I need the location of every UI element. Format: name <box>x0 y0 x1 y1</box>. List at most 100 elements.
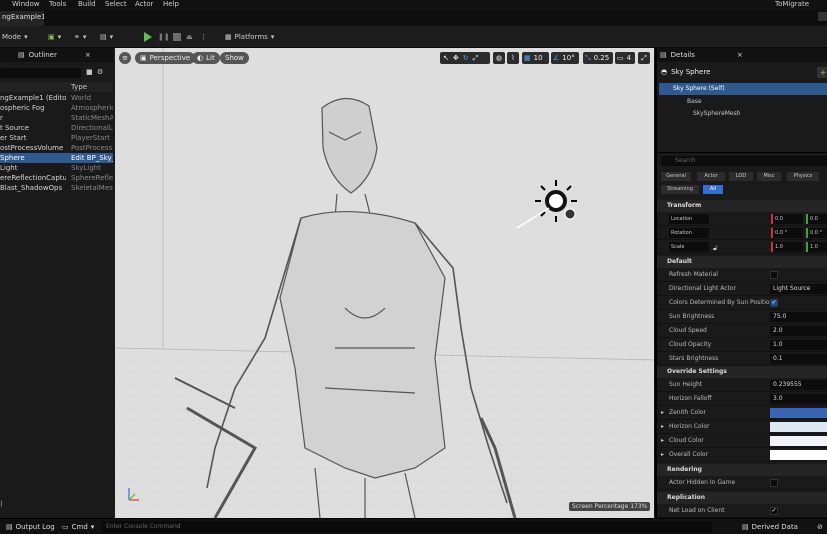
filter-tab-misc[interactable]: Misc <box>757 172 781 181</box>
property-value[interactable]: 2.0 <box>770 326 827 336</box>
world-local-toggle[interactable]: ◍ <box>493 52 505 64</box>
show-button[interactable]: Show <box>220 52 249 64</box>
camera-speed[interactable]: ▭ 4 <box>615 52 635 64</box>
level-viewport[interactable]: ≡ ▣ Perspective ◐ Lit Show ↖ ✥ ↻ ⤢ ◍ ⌇ ▦… <box>113 48 654 518</box>
stop-button[interactable] <box>173 30 181 44</box>
property-checkbox[interactable]: ✓ <box>770 299 778 307</box>
property-value[interactable]: 0.1 <box>770 354 827 364</box>
net-load-checkbox[interactable]: ✓ <box>770 507 778 515</box>
menu-build[interactable]: Build <box>78 0 96 8</box>
property-checkbox[interactable] <box>770 271 778 279</box>
outliner-row[interactable]: ospheric Fog Atmospheric <box>0 103 113 113</box>
play-button[interactable] <box>144 30 152 44</box>
move-icon[interactable]: ✥ <box>453 54 459 62</box>
derived-data-button[interactable]: ▤ Derived Data <box>742 521 798 533</box>
outliner-row[interactable]: Blast_ShadowOps SkeletalMes <box>0 183 113 193</box>
close-icon[interactable]: × <box>85 51 91 59</box>
perspective-button[interactable]: ▣ Perspective <box>135 52 196 64</box>
console-input[interactable]: Enter Console Command <box>102 521 712 533</box>
rotate-icon[interactable]: ↻ <box>463 54 469 62</box>
expand-arrow-icon[interactable]: ▸ <box>661 434 664 448</box>
menu-tools[interactable]: Tools <box>49 0 66 8</box>
outliner-row[interactable]: t Source DirectionalLi <box>0 123 113 133</box>
rendering-section[interactable]: Rendering <box>657 464 827 476</box>
outliner-row[interactable]: ereReflectionCapture SphereReflec <box>0 173 113 183</box>
menu-select[interactable]: Select <box>105 0 127 8</box>
outliner-row[interactable]: er Start PlayerStart <box>0 133 113 143</box>
scale-y-field[interactable]: 1.0 <box>806 242 827 252</box>
default-section[interactable]: Default <box>657 256 827 268</box>
viewport-menu-button[interactable]: ≡ <box>119 52 131 64</box>
property-value[interactable]: 0.239555 <box>770 380 827 390</box>
details-search-input[interactable]: Search <box>661 156 827 166</box>
platforms-button[interactable]: ▦ Platforms ▾ <box>225 30 274 44</box>
tab-overflow-icon[interactable] <box>818 12 827 21</box>
blueprint-button[interactable]: ⚭ ▾ <box>74 30 86 44</box>
location-y-field[interactable]: 0.0 <box>806 214 827 224</box>
scale-x-field[interactable]: 1.0 <box>771 242 803 252</box>
override-section[interactable]: Override Settings <box>657 366 827 378</box>
expand-arrow-icon[interactable]: ▸ <box>661 406 664 420</box>
replication-section[interactable]: Replication <box>657 492 827 504</box>
menu-help[interactable]: Help <box>163 0 179 8</box>
filter-tab-all[interactable]: All <box>703 185 723 194</box>
add-content-button[interactable]: ▣ ▾ <box>48 30 61 44</box>
maximize-viewport-button[interactable]: ⤢ <box>638 52 650 64</box>
scale-snap[interactable]: ⤡ 0.25 <box>583 52 613 64</box>
menu-window[interactable]: Window <box>12 0 40 8</box>
transform-section[interactable]: Transform <box>657 200 827 212</box>
expand-arrow-icon[interactable]: ▸ <box>661 448 664 462</box>
outliner-row[interactable]: Light SkyLight <box>0 163 113 173</box>
filter-tab-general[interactable]: General <box>661 172 691 181</box>
component-base[interactable]: Base <box>659 96 827 107</box>
outliner-row[interactable]: r StaticMeshAc <box>0 113 113 123</box>
property-value[interactable]: Light Source <box>770 284 827 294</box>
color-swatch[interactable] <box>770 450 827 460</box>
grid-snap[interactable]: ▦ 10 <box>522 52 549 64</box>
view-mode-button[interactable]: ◐ Lit <box>192 52 220 64</box>
color-swatch[interactable] <box>770 408 827 418</box>
rotation-dropdown[interactable]: Rotation <box>669 228 709 238</box>
mode-dropdown[interactable]: Mode ▾ <box>2 30 28 44</box>
surface-snap-toggle[interactable]: ⌇ <box>507 52 519 64</box>
property-value[interactable]: 75.0 <box>770 312 827 322</box>
type-column-header[interactable]: Type <box>71 82 87 92</box>
lock-icon[interactable]: 🔓︎ <box>713 241 718 255</box>
close-icon[interactable]: × <box>737 51 743 59</box>
actor-hidden-checkbox[interactable] <box>770 479 778 487</box>
select-icon[interactable]: ↖ <box>443 54 449 62</box>
source-control-icon[interactable]: ⊘ <box>817 521 823 533</box>
scale-dropdown[interactable]: Scale <box>669 242 709 252</box>
add-component-button[interactable]: + <box>817 67 827 78</box>
cmd-dropdown[interactable]: ▭ Cmd ▾ <box>62 521 94 533</box>
filter-tab-actor[interactable]: Actor <box>697 172 725 181</box>
scale-icon[interactable]: ⤢ <box>473 54 479 63</box>
rotation-snap[interactable]: ∠ 10° <box>551 52 579 64</box>
outliner-row[interactable]: ostProcessVolume PostProcess <box>0 143 113 153</box>
outliner-row[interactable]: Sphere Edit BP_Sky_ <box>0 153 113 163</box>
property-value[interactable]: 3.0 <box>770 394 827 404</box>
component-self[interactable]: Sky Sphere (Self) <box>659 83 827 95</box>
output-log-button[interactable]: ▤ Output Log <box>6 521 55 533</box>
property-value[interactable]: 1.0 <box>770 340 827 350</box>
level-tab[interactable]: ngExample1• <box>0 11 44 26</box>
pause-button[interactable]: ❚❚ <box>158 30 170 44</box>
eject-button[interactable]: ⏏ <box>186 30 193 44</box>
add-folder-icon[interactable]: ■ <box>86 68 93 76</box>
cinematics-button[interactable]: ▤ ▾ <box>100 30 113 44</box>
filter-tab-streaming[interactable]: Streaming <box>661 185 699 194</box>
menu-actor[interactable]: Actor <box>135 0 153 8</box>
filter-tab-physics[interactable]: Physics <box>787 172 819 181</box>
color-swatch[interactable] <box>770 436 827 446</box>
play-options-button[interactable]: ⋮ <box>200 30 207 44</box>
outliner-search-input[interactable] <box>0 68 81 78</box>
outliner-item-type[interactable]: Edit BP_Sky_ <box>71 153 113 163</box>
expand-arrow-icon[interactable]: ▸ <box>661 420 664 434</box>
rotation-x-field[interactable]: 0.0 ° <box>771 228 803 238</box>
color-swatch[interactable] <box>770 422 827 432</box>
location-dropdown[interactable]: Location <box>669 214 709 224</box>
rotation-y-field[interactable]: 0.0 ° <box>806 228 827 238</box>
component-skyspheremesh[interactable]: SkySphereMesh <box>659 108 827 119</box>
filter-tab-lod[interactable]: LOD <box>729 172 753 181</box>
gear-icon[interactable]: ⚙ <box>97 68 103 76</box>
